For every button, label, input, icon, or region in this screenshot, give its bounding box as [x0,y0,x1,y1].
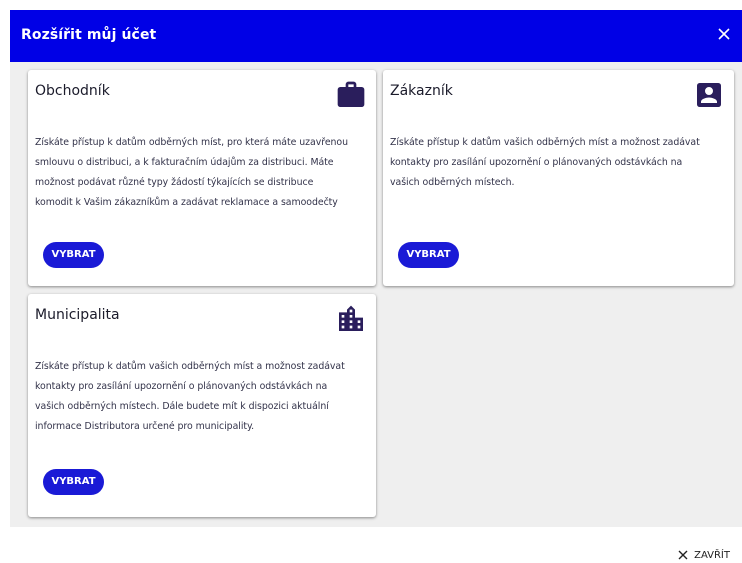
footer-close-button[interactable]: ZAVŘÍT [677,549,730,561]
select-button[interactable]: VYBRAT [43,469,104,495]
card-description: Získáte přístup k datům vašich odběrných… [390,133,700,193]
card-title: Zákazník [390,83,453,99]
desc-line: informace Distributora určené pro munici… [35,421,255,432]
card-title: Municipalita [35,307,120,323]
desc-line: Získáte přístup k datům odběrných míst, … [35,137,348,148]
desc-line: Získáte přístup k datům vašich odběrných… [35,361,345,372]
desc-line: Získáte přístup k datům vašich odběrných… [390,137,700,148]
card-obchodnik: Obchodník Získáte přístup k datům odběrn… [28,70,376,286]
account-box-icon [697,83,721,107]
desc-line: možnost podávat různé typy žádostí týkaj… [35,177,314,188]
footer-close-label: ZAVŘÍT [694,549,730,561]
card-title: Obchodník [35,83,110,99]
dialog-header: Rozšířit můj účet [10,10,742,62]
dialog-title: Rozšířit můj účet [21,27,157,43]
briefcase-icon [337,81,365,107]
desc-line: vašich odběrných místech. Dále budete mí… [35,401,329,412]
dialog-body: Obchodník Získáte přístup k datům odběrn… [10,62,742,527]
close-icon [678,550,688,560]
desc-line: vašich odběrných místech. [390,177,515,188]
card-zakaznik: Zákazník Získáte přístup k datům vašich … [383,70,734,286]
desc-line: smlouvu o distribuci, a k fakturačním úd… [35,157,334,168]
close-icon[interactable] [716,26,732,42]
extend-account-dialog: Rozšířit můj účet Obchodník Získáte přís… [10,10,742,563]
card-description: Získáte přístup k datům vašich odběrných… [35,357,345,437]
desc-line: kontakty pro zasílání upozornění o pláno… [35,381,328,392]
select-button[interactable]: VYBRAT [398,242,459,268]
desc-line: kontakty pro zasílání upozornění o pláno… [390,157,683,168]
desc-line: komodit k Vašim zákazníkům a zadávat rek… [35,197,338,208]
select-button[interactable]: VYBRAT [43,242,104,268]
card-description: Získáte přístup k datům odběrných míst, … [35,133,348,213]
city-icon [339,305,363,331]
card-municipalita: Municipalita Získáte přístup k datům vaš… [28,294,376,517]
